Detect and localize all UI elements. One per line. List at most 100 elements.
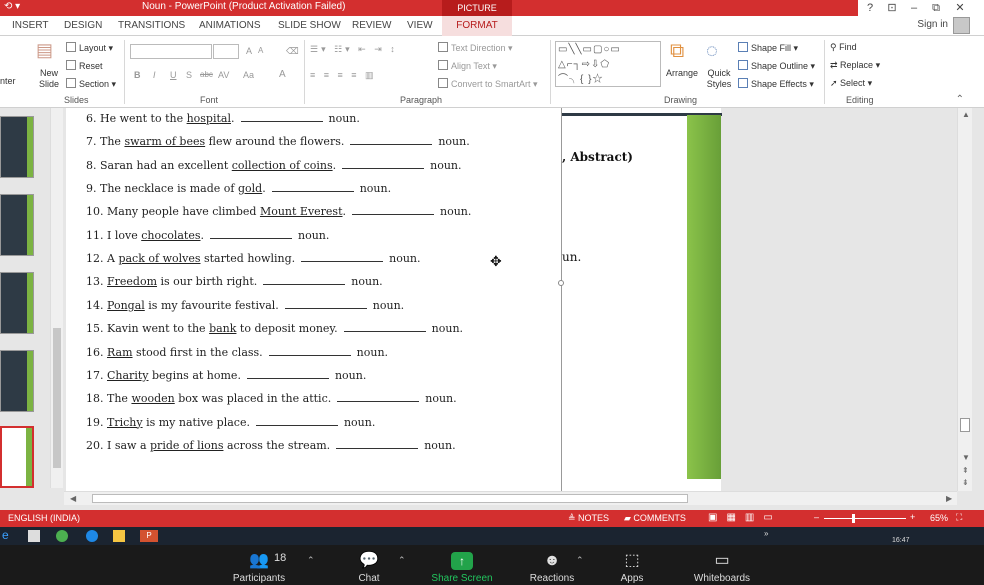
section-button[interactable]: Section ▾: [66, 78, 116, 90]
find-button[interactable]: ⚲ Find: [830, 42, 857, 53]
powerpoint-icon[interactable]: P: [140, 530, 158, 542]
reactions-caret-icon[interactable]: ⌃: [576, 555, 584, 566]
chrome-icon[interactable]: [56, 530, 68, 542]
arrange-button[interactable]: Arrange: [666, 68, 698, 78]
select-button[interactable]: ➚ Select ▾: [830, 78, 872, 89]
character-spacing-button[interactable]: AV: [218, 70, 229, 80]
resize-handle[interactable]: [558, 280, 564, 286]
font-color-button[interactable]: A: [279, 69, 286, 80]
next-slide-icon[interactable]: ⇟: [962, 478, 969, 487]
tab-review[interactable]: REVIEW: [352, 16, 391, 36]
convert-smartart-button[interactable]: Convert to SmartArt ▾: [438, 78, 538, 90]
thumbnail-scrollbar[interactable]: [50, 108, 63, 488]
restore-button[interactable]: ⧉: [926, 0, 946, 16]
new-slide-icon[interactable]: ▤: [36, 40, 53, 61]
layout-button[interactable]: Layout ▾: [66, 42, 113, 54]
ribbon-display-icon[interactable]: ⊡: [882, 0, 902, 16]
zoom-level[interactable]: 65%: [930, 513, 948, 523]
quick-styles-button[interactable]: Quick Styles: [704, 68, 734, 90]
bold-button[interactable]: B: [134, 70, 141, 80]
scroll-right-icon[interactable]: ▶: [946, 494, 952, 503]
slide-scrollbar[interactable]: ▲ ▼ ⇞ ⇟: [957, 108, 972, 491]
chat-button[interactable]: 💬 Chat: [350, 549, 388, 585]
slide-thumbnail[interactable]: [0, 116, 34, 178]
change-case-button[interactable]: Aa: [243, 70, 254, 80]
slide-thumbnail[interactable]: [0, 350, 34, 412]
shape-outline-button[interactable]: Shape Outline ▾: [738, 60, 815, 72]
enter-partial-label[interactable]: nter: [0, 76, 16, 86]
slide-thumbnail[interactable]: [0, 272, 34, 334]
scroll-up-icon[interactable]: ▲: [962, 110, 970, 119]
align-text-button[interactable]: Align Text ▾: [438, 60, 497, 72]
tab-slide-show[interactable]: SLIDE SHOW: [278, 16, 341, 36]
font-name-input[interactable]: [130, 44, 212, 59]
scroll-left-icon[interactable]: ◀: [70, 494, 76, 503]
slide-thumbnail[interactable]: [0, 194, 34, 256]
share-screen-button[interactable]: ↑ Share Screen: [424, 549, 500, 585]
file-explorer-icon[interactable]: [113, 530, 125, 542]
collapse-ribbon-icon[interactable]: ⌃: [956, 94, 964, 105]
font-size-input[interactable]: [213, 44, 239, 59]
alignment-buttons-icon[interactable]: ≡ ≡ ≡ ≡ ▥: [310, 70, 377, 81]
reactions-button[interactable]: ☻ Reactions: [522, 549, 582, 585]
apps-button[interactable]: ⬚ Apps: [612, 549, 652, 585]
list-buttons-icon[interactable]: ☰▾ ☷▾ ⇤ ⇥ ↕: [310, 44, 398, 55]
view-buttons[interactable]: ▣▦▥▭: [708, 512, 782, 523]
notes-button[interactable]: ≜ NOTES: [568, 513, 609, 524]
store-icon[interactable]: [28, 530, 40, 542]
scrollbar-thumb[interactable]: [960, 418, 970, 432]
shapes-gallery[interactable]: ▭╲╲▭▢○▭ △⌐┐⇨⇩⬠ ⌒╮{ }☆: [555, 41, 661, 87]
shrink-font-button[interactable]: A: [258, 46, 263, 55]
zoom-app-icon[interactable]: [86, 530, 98, 542]
language-indicator[interactable]: ENGLISH (INDIA): [8, 513, 80, 523]
participants-caret-icon[interactable]: ⌃: [307, 555, 315, 566]
zoom-in-icon[interactable]: +: [910, 512, 915, 522]
align-text-label: Align Text: [451, 61, 490, 71]
edge-icon[interactable]: e: [2, 528, 14, 542]
slide-thumbnail-selected[interactable]: [0, 426, 34, 488]
avatar[interactable]: [953, 17, 970, 34]
reset-button[interactable]: Reset: [66, 60, 103, 71]
font-group-label: Font: [200, 95, 219, 105]
whiteboards-button[interactable]: ▭ Whiteboards: [684, 549, 760, 585]
tab-design[interactable]: DESIGN: [64, 16, 102, 36]
tab-animations[interactable]: ANIMATIONS: [199, 16, 260, 36]
comments-button[interactable]: ▰ COMMENTS: [624, 513, 686, 524]
zoom-out-icon[interactable]: –: [814, 512, 819, 522]
quick-styles-icon[interactable]: ◌: [706, 40, 718, 63]
app-window: ⟲ ▾ Noun - PowerPoint (Product Activatio…: [0, 0, 984, 585]
chat-caret-icon[interactable]: ⌃: [398, 555, 406, 566]
scrollbar-thumb[interactable]: [53, 328, 61, 468]
shadow-button[interactable]: S: [186, 70, 192, 80]
shape-fill-button[interactable]: Shape Fill ▾: [738, 42, 798, 54]
clear-formatting-icon[interactable]: ⌫: [286, 46, 299, 57]
strikethrough-button[interactable]: abc: [200, 70, 213, 79]
zoom-slider-knob[interactable]: [852, 514, 855, 523]
quick-access-icon[interactable]: ⟲ ▾: [4, 1, 20, 12]
scroll-down-icon[interactable]: ▼: [962, 453, 970, 462]
shape-effects-button[interactable]: Shape Effects ▾: [738, 78, 814, 90]
tab-insert[interactable]: INSERT: [12, 16, 49, 36]
scrollbar-thumb[interactable]: [92, 494, 688, 503]
help-icon[interactable]: ?: [860, 0, 880, 16]
arrange-icon[interactable]: ⧉: [670, 40, 684, 63]
sign-in-link[interactable]: Sign in: [917, 19, 948, 30]
text-direction-button[interactable]: Text Direction ▾: [438, 42, 513, 54]
grow-font-button[interactable]: A: [246, 46, 252, 56]
zoom-slider[interactable]: [824, 518, 906, 519]
horizontal-scrollbar[interactable]: ◀ ▶: [64, 491, 957, 505]
replace-button[interactable]: ⇄ Replace ▾: [830, 60, 880, 71]
previous-slide-icon[interactable]: ⇞: [962, 466, 969, 475]
tab-view[interactable]: VIEW: [407, 16, 433, 36]
fit-slide-icon[interactable]: ⛶: [956, 512, 962, 523]
tab-format[interactable]: FORMAT: [442, 16, 512, 36]
italic-button[interactable]: I: [153, 70, 156, 80]
underline-button[interactable]: U: [170, 70, 177, 80]
whiteboards-label: Whiteboards: [693, 573, 751, 584]
new-slide-button[interactable]: New Slide: [36, 68, 62, 90]
comments-label: COMMENTS: [633, 513, 686, 523]
tray-expand-icon[interactable]: »: [764, 529, 768, 538]
close-button[interactable]: ✕: [950, 0, 970, 16]
minimize-button[interactable]: –: [904, 0, 924, 16]
tab-transitions[interactable]: TRANSITIONS: [118, 16, 185, 36]
